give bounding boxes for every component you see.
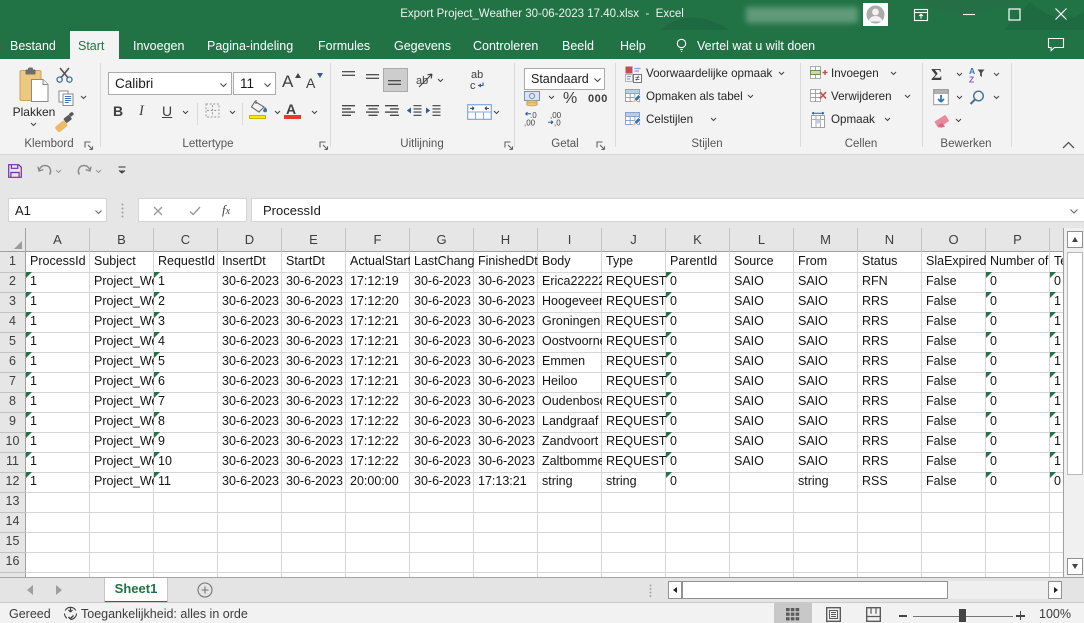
- svg-text:ab: ab: [416, 75, 428, 87]
- svg-text:Z: Z: [969, 75, 974, 85]
- svg-text:,0: ,0: [554, 119, 561, 128]
- svg-text:c: c: [470, 80, 476, 92]
- svg-text:,00: ,00: [524, 119, 536, 128]
- svg-text:≠: ≠: [635, 73, 640, 83]
